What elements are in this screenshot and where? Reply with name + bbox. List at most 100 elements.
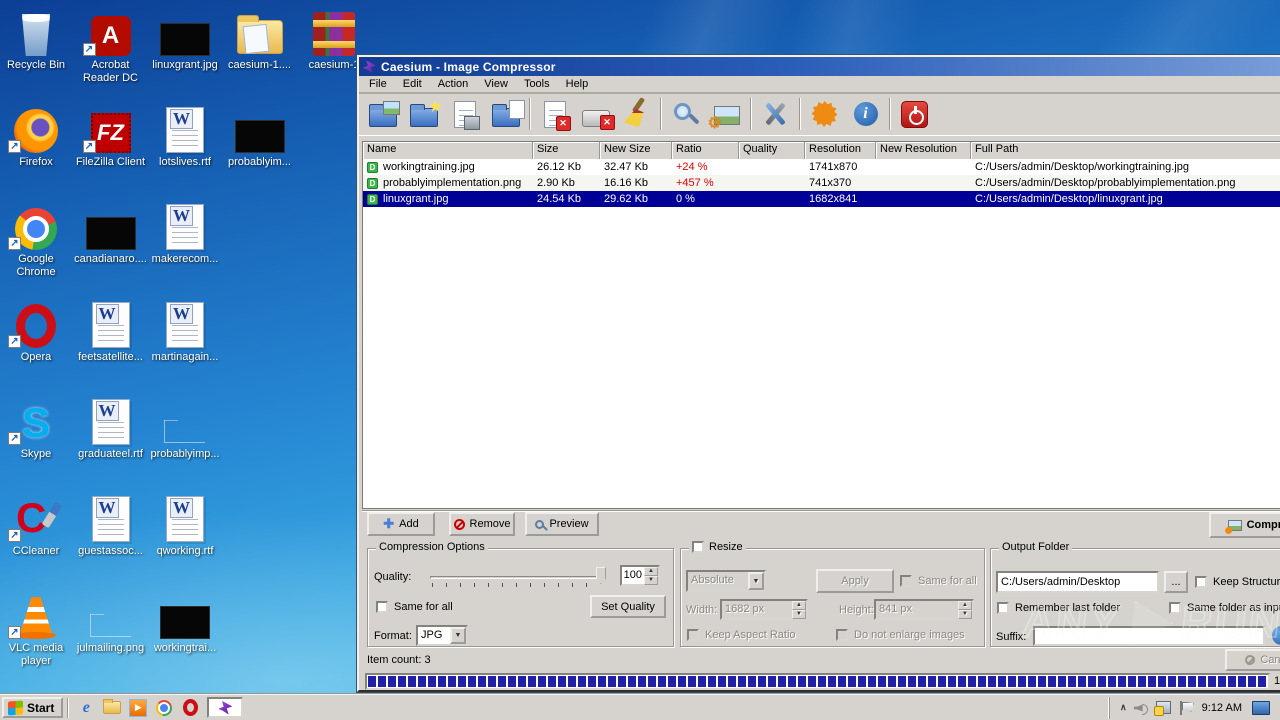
desktop-icon-image-thumbnail[interactable]: linuxgrant.jpg bbox=[147, 8, 223, 72]
preview-button[interactable] bbox=[665, 95, 706, 133]
column-header[interactable]: Name bbox=[363, 142, 533, 159]
compress-button[interactable] bbox=[706, 95, 747, 133]
exit-button[interactable] bbox=[894, 95, 935, 133]
file-list[interactable]: Name Size New Size Ratio Quality Resolution Ne… bbox=[362, 141, 1280, 509]
menu-view[interactable]: View bbox=[476, 77, 516, 91]
network-warning-icon[interactable] bbox=[1153, 701, 1171, 716]
add-files-button[interactable] bbox=[362, 95, 403, 133]
add-folder-button[interactable] bbox=[403, 95, 444, 133]
same-folder-checkbox[interactable] bbox=[1169, 602, 1181, 614]
suffix-input[interactable] bbox=[1033, 626, 1265, 646]
set-quality-button[interactable]: Set Quality bbox=[590, 595, 666, 618]
desktop-icon-word-document[interactable]: makerecom... bbox=[147, 202, 223, 266]
apply-resize-button[interactable]: Apply bbox=[816, 569, 894, 593]
same-for-all-resize-checkbox[interactable] bbox=[900, 575, 912, 587]
quality-slider-handle[interactable] bbox=[596, 567, 606, 584]
quality-slider-track[interactable] bbox=[430, 576, 600, 579]
desktop-icon-word-document[interactable]: qworking.rtf bbox=[147, 494, 223, 558]
quicklaunch-chrome[interactable] bbox=[152, 697, 176, 718]
task-button-caesium[interactable] bbox=[207, 697, 244, 718]
desktop-icon-broken-image[interactable]: julmailing.png bbox=[73, 591, 149, 655]
desktop-icon-firefox[interactable]: ↗ Firefox bbox=[0, 105, 74, 169]
winrar-archive-icon bbox=[313, 12, 355, 56]
menu-file[interactable]: File bbox=[361, 77, 395, 91]
about-button[interactable]: i bbox=[845, 95, 886, 133]
settings-button[interactable] bbox=[755, 95, 796, 133]
no-enlarge-checkbox[interactable] bbox=[836, 629, 848, 641]
column-header[interactable]: Ratio bbox=[672, 142, 739, 159]
desktop-icon-image-thumbnail[interactable]: probablyim... bbox=[222, 105, 298, 169]
quicklaunch-internet-explorer[interactable]: e bbox=[74, 697, 98, 718]
title-bar[interactable]: Caesium - Image Compressor bbox=[359, 57, 1280, 76]
remove-button[interactable]: Remove bbox=[449, 512, 515, 536]
desktop-icon-skype[interactable]: S ↗ Skype bbox=[0, 397, 74, 461]
desktop-icon-word-document[interactable]: martinagain... bbox=[147, 300, 223, 364]
cancel-button[interactable]: Cancel bbox=[1225, 649, 1280, 671]
keep-structure-checkbox[interactable] bbox=[1195, 576, 1207, 588]
menu-tools[interactable]: Tools bbox=[516, 77, 558, 91]
preferences-button[interactable] bbox=[804, 95, 845, 133]
desktop-icon-ccleaner[interactable]: ↗ CCleaner bbox=[0, 494, 74, 558]
resize-mode-dropdown[interactable]: Absolute ▼ bbox=[686, 570, 766, 592]
suffix-help-button[interactable] bbox=[1272, 626, 1280, 645]
column-header[interactable]: Resolution bbox=[805, 142, 876, 159]
volume-icon[interactable] bbox=[1134, 702, 1148, 715]
keep-aspect-ratio-checkbox[interactable] bbox=[687, 629, 699, 641]
table-row[interactable]: Dlinuxgrant.jpg 24.54 Kb 29.62 Kb 0 % 1682x8… bbox=[363, 191, 1280, 207]
desktop-icon-image-thumbnail[interactable]: workingtrai... bbox=[147, 591, 223, 655]
quality-spinbox[interactable]: 100 ▲ ▼ bbox=[620, 565, 660, 586]
desktop-icon-acrobat-reader[interactable]: A ↗ Acrobat Reader DC bbox=[73, 8, 149, 85]
clear-list-button[interactable] bbox=[616, 95, 657, 133]
menu-action[interactable]: Action bbox=[430, 77, 477, 91]
window-title: Caesium - Image Compressor bbox=[381, 59, 556, 74]
desktop-icon-folder[interactable]: caesium-1.... bbox=[222, 8, 298, 72]
desktop-icon-word-document[interactable]: graduateel.rtf bbox=[73, 397, 149, 461]
open-list-button[interactable] bbox=[485, 95, 526, 133]
column-header[interactable]: New Resolution bbox=[876, 142, 971, 159]
width-spinbox[interactable]: 1682 px ▲ ▼ bbox=[720, 599, 808, 620]
desktop-icon-recycle-bin[interactable]: Recycle Bin bbox=[0, 8, 74, 72]
format-dropdown[interactable]: JPG ▼ bbox=[416, 625, 468, 646]
format-dropdown-arrow[interactable]: ▼ bbox=[450, 627, 466, 644]
column-header[interactable]: Size bbox=[533, 142, 600, 159]
column-header[interactable]: New Size bbox=[600, 142, 672, 159]
cell-resolution: 741x370 bbox=[809, 177, 852, 189]
height-spinbox[interactable]: 841 px ▲ ▼ bbox=[874, 599, 974, 620]
action-center-flag-icon[interactable] bbox=[1179, 700, 1192, 715]
desktop-icon-broken-image[interactable]: probablyimp... bbox=[147, 397, 223, 461]
resize-checkbox[interactable] bbox=[692, 541, 704, 553]
start-button[interactable]: Start bbox=[2, 697, 64, 718]
quicklaunch-opera[interactable] bbox=[178, 697, 202, 718]
remember-folder-checkbox[interactable] bbox=[997, 602, 1009, 614]
remove-item-button[interactable] bbox=[534, 95, 575, 133]
desktop-icon-chrome[interactable]: ↗ Google Chrome bbox=[0, 202, 74, 279]
browse-folder-button[interactable]: ... bbox=[1164, 571, 1188, 593]
add-button[interactable]: ✚ Add bbox=[367, 512, 435, 536]
file-type-icon: D bbox=[367, 193, 378, 205]
desktop-icon-word-document[interactable]: lotslives.rtf bbox=[147, 105, 223, 169]
table-row[interactable]: Dprobablyimplementation.png 2.90 Kb 16.16 … bbox=[363, 175, 1280, 191]
table-row[interactable]: Dworkingtraining.jpg 26.12 Kb 32.47 Kb +24 … bbox=[363, 159, 1280, 175]
desktop-icon-vlc[interactable]: ↗ VLC media player bbox=[0, 591, 74, 668]
quality-spin-buttons[interactable]: ▲ ▼ bbox=[644, 567, 658, 585]
column-header[interactable]: Full Path bbox=[971, 142, 1280, 159]
same-for-all-quality-checkbox[interactable] bbox=[376, 601, 388, 613]
menu-help[interactable]: Help bbox=[558, 77, 597, 91]
output-folder-group: Output Folder ... Keep Structure Remembe… bbox=[990, 541, 1280, 647]
desktop-icon-word-document[interactable]: feetsatellite... bbox=[73, 300, 149, 364]
save-list-button[interactable] bbox=[444, 95, 485, 133]
column-header[interactable]: Quality bbox=[739, 142, 805, 159]
preview-button[interactable]: Preview bbox=[525, 512, 599, 536]
collapse-chevron-icon[interactable]: ∧ bbox=[1120, 702, 1127, 713]
output-folder-input[interactable] bbox=[996, 571, 1159, 593]
remove-all-button[interactable] bbox=[575, 95, 616, 133]
desktop-icon-word-document[interactable]: guestassoc... bbox=[73, 494, 149, 558]
desktop-icon-image-thumbnail[interactable]: canadianaro.... bbox=[73, 202, 149, 266]
quicklaunch-media-player[interactable]: ▶ bbox=[126, 697, 150, 718]
show-desktop-button[interactable] bbox=[1252, 700, 1270, 715]
compress-button[interactable]: Compress bbox=[1209, 512, 1280, 538]
menu-edit[interactable]: Edit bbox=[395, 77, 430, 91]
desktop-icon-opera[interactable]: ↗ Opera bbox=[0, 300, 74, 364]
desktop-icon-filezilla[interactable]: FZ ↗ FileZilla Client bbox=[73, 105, 149, 169]
quicklaunch-file-explorer[interactable] bbox=[100, 697, 124, 718]
